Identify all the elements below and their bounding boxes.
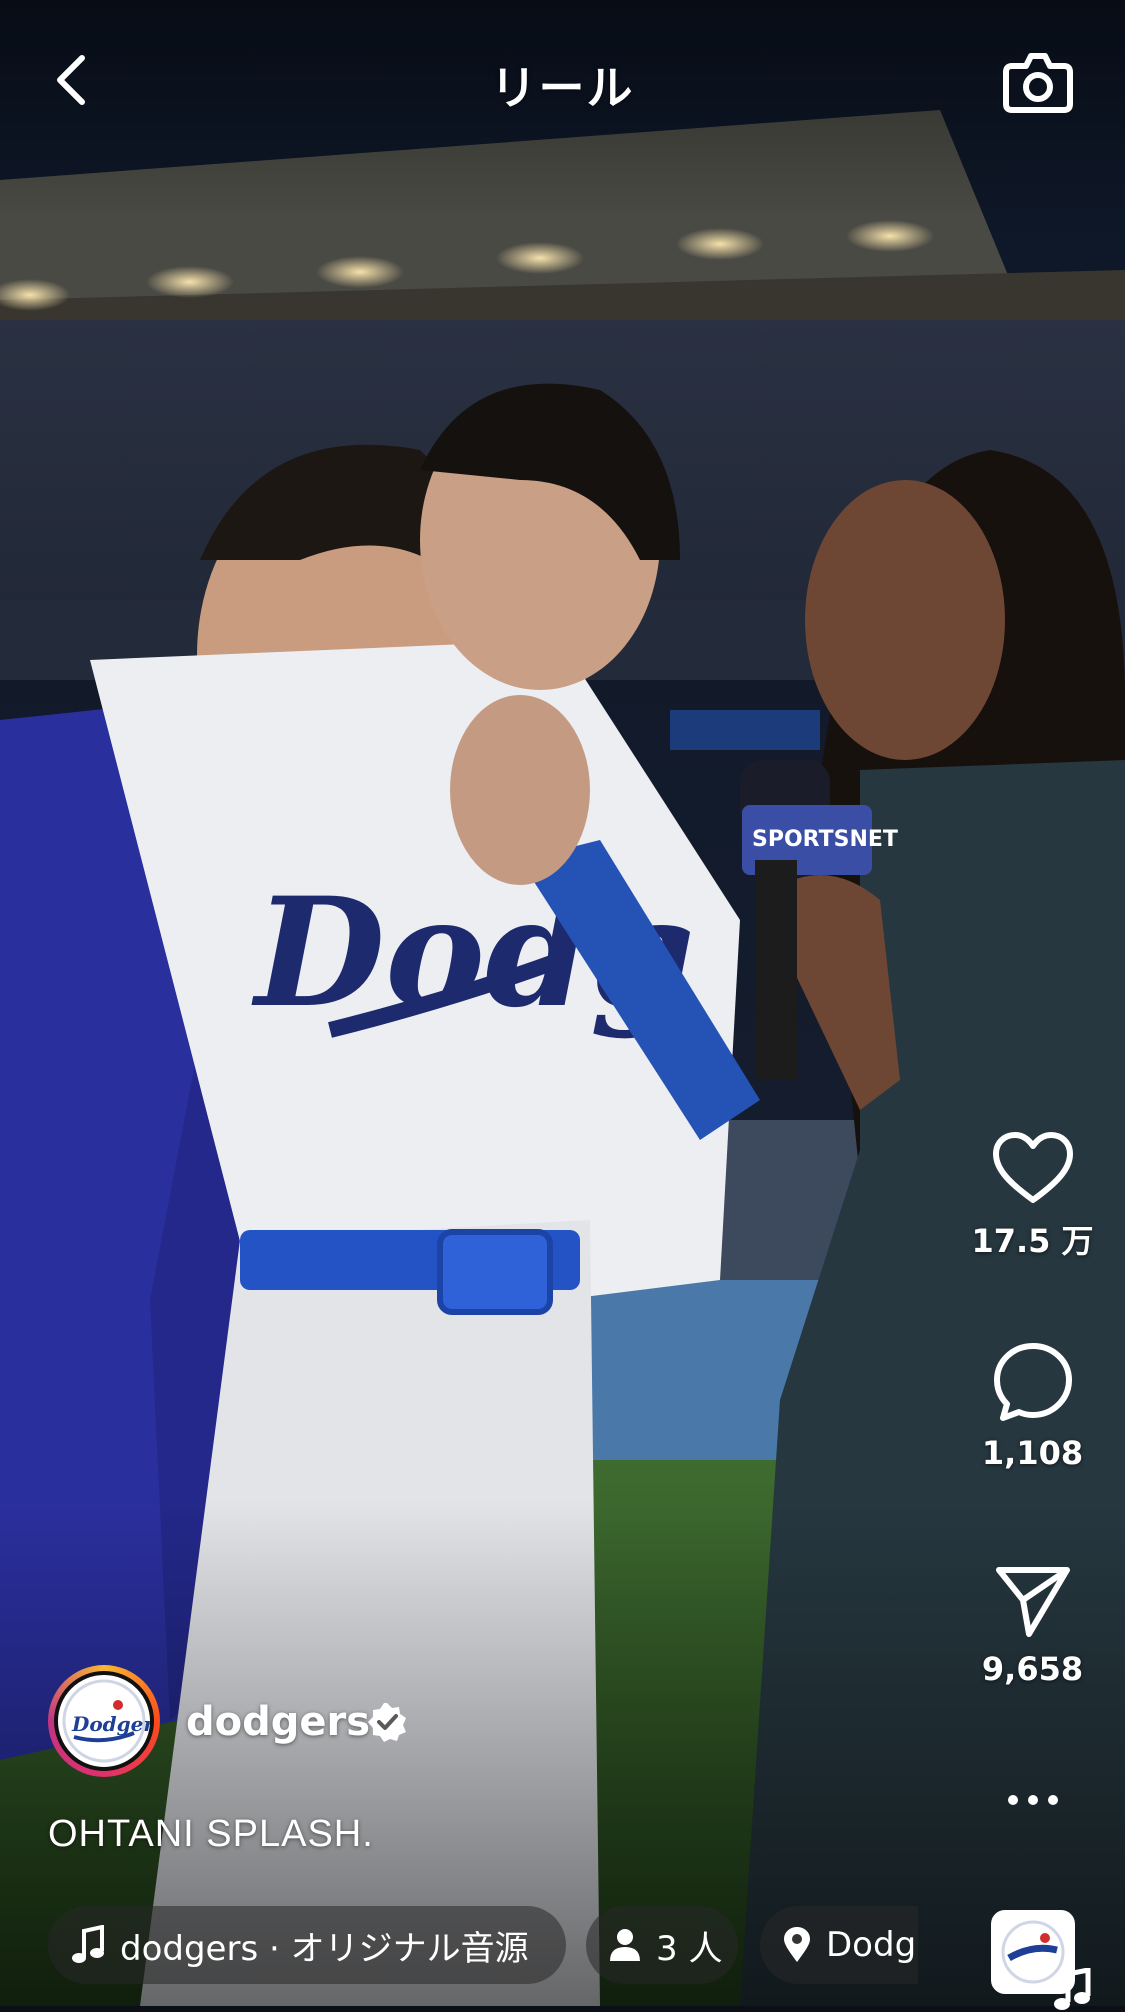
music-note-icon (1054, 1968, 1091, 2010)
svg-text:SPORTSNET: SPORTSNET (752, 827, 898, 852)
audio-chip-label: dodgers · オリジナル音源 (120, 1928, 529, 1969)
audio-thumbnail-button[interactable] (960, 1910, 1105, 2010)
person-icon (610, 1929, 640, 1961)
camera-button[interactable] (998, 42, 1078, 122)
comment-count: 1,108 (981, 1434, 1084, 1472)
share-button[interactable]: 9,658 (960, 1560, 1105, 1688)
verified-badge-icon (368, 1703, 406, 1742)
camera-icon (1003, 53, 1073, 113)
comment-button[interactable]: 1,108 (960, 1340, 1105, 1472)
more-options-button[interactable] (960, 1790, 1105, 1814)
send-icon (995, 1567, 1070, 1637)
avatar[interactable]: Dodgers (54, 1671, 154, 1771)
music-note-icon (72, 1925, 104, 1963)
heart-icon (992, 1132, 1073, 1203)
people-chip[interactable]: 3 人 (586, 1906, 738, 1984)
more-horizontal-icon (1007, 1795, 1058, 1805)
like-button[interactable]: 17.5 万 (960, 1130, 1105, 1262)
top-bar: リール (0, 0, 1125, 170)
dodgers-logo-icon: Dodgers (62, 1679, 150, 1763)
share-count: 9,658 (981, 1650, 1084, 1688)
svg-text:Dodgers: Dodgers (71, 1712, 150, 1736)
audio-chip[interactable]: dodgers · オリジナル音源 (48, 1906, 566, 1984)
location-chip-label: Dodg (826, 1925, 917, 1965)
account-row[interactable]: Dodgers dodgers (48, 1665, 648, 1777)
post-caption[interactable]: OHTANI SPLASH. (48, 1813, 374, 1856)
like-count: 17.5 万 (971, 1222, 1094, 1260)
username[interactable]: dodgers (186, 1699, 370, 1745)
info-chips: dodgers · オリジナル音源 3 人 Dodg (48, 1906, 918, 1986)
page-title: リール (490, 61, 635, 115)
location-pin-icon (784, 1927, 810, 1962)
people-chip-label: 3 人 (656, 1928, 723, 1969)
location-chip[interactable]: Dodg (760, 1906, 918, 1984)
comment-bubble-icon (993, 1343, 1072, 1421)
